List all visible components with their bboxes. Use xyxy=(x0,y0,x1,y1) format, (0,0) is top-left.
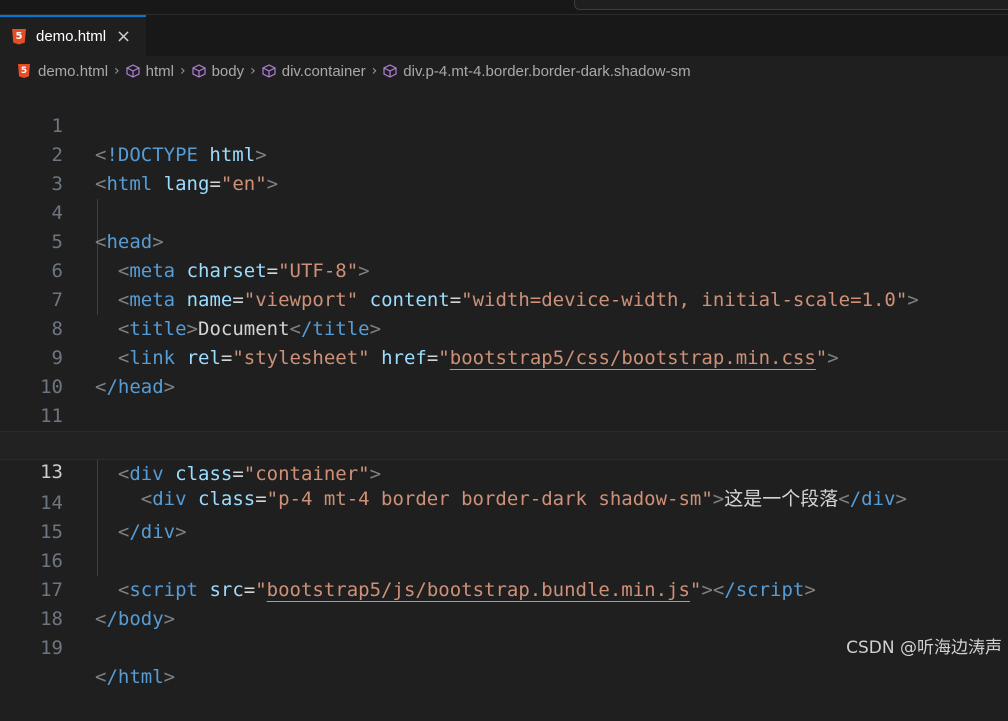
code-editor[interactable]: 1 <!DOCTYPE html> 2 <html lang="en"> 3 4… xyxy=(0,83,1008,688)
tab-demo-html[interactable]: 5 demo.html × xyxy=(0,15,146,56)
breadcrumb: 5 demo.html › html › body › div.containe… xyxy=(0,57,1008,85)
chevron-right-icon: › xyxy=(371,63,378,79)
code-line[interactable]: 3 xyxy=(0,141,1008,195)
code-line[interactable]: 19 </html> xyxy=(0,605,1008,688)
breadcrumb-item-div-container[interactable]: div.container xyxy=(260,63,366,80)
breadcrumb-item-div-p4[interactable]: div.p-4.mt-4.border.border-dark.shadow-s… xyxy=(381,63,691,80)
code-line[interactable]: 12 <div class="container"> xyxy=(0,402,1008,485)
html5-icon: 5 xyxy=(18,64,30,78)
symbol-cube-icon xyxy=(262,64,276,78)
tab-label: demo.html xyxy=(36,28,107,45)
code-line[interactable]: 10 xyxy=(0,344,1008,398)
code-line[interactable]: 5 <meta charset="UTF-8"> xyxy=(0,199,1008,282)
code-line[interactable]: 9 </head> xyxy=(0,315,1008,398)
symbol-cube-icon xyxy=(191,64,206,78)
chevron-right-icon: › xyxy=(250,63,256,79)
watermark: CSDN @听海边涛声 xyxy=(846,638,1002,658)
code-line[interactable]: 11 <body> xyxy=(0,373,1008,456)
title-bar xyxy=(0,0,1008,15)
close-icon[interactable]: × xyxy=(116,26,131,47)
code-line[interactable]: 8 <link rel="stylesheet" href="bootstrap… xyxy=(0,286,1008,369)
breadcrumb-item-html[interactable]: html xyxy=(124,63,174,80)
code-line[interactable]: 4 <head> xyxy=(0,170,1008,253)
command-center-search[interactable] xyxy=(574,0,1008,10)
code-line[interactable]: 7 <title>Document</title> xyxy=(0,257,1008,340)
breadcrumb-item-body[interactable]: body xyxy=(190,63,244,80)
code-line[interactable]: 1 <!DOCTYPE html> xyxy=(0,83,1008,166)
chevron-right-icon: › xyxy=(114,63,120,79)
code-line[interactable]: 14 </div> xyxy=(0,460,1008,543)
code-line[interactable]: 2 <html lang="en"> xyxy=(0,112,1008,195)
symbol-cube-icon xyxy=(126,64,140,78)
code-line[interactable]: 17 </body> xyxy=(0,547,1008,630)
code-line-current[interactable]: 13 <div class="p-4 mt-4 border border-da… xyxy=(0,431,1008,510)
code-line[interactable]: 18 xyxy=(0,576,1008,630)
code-line[interactable]: 6 <meta name="viewport" content="width=d… xyxy=(0,228,1008,311)
symbol-cube-icon xyxy=(383,64,397,78)
line-number: 19 xyxy=(40,637,63,659)
breadcrumb-item-file[interactable]: demo.html xyxy=(30,63,108,80)
html5-icon: 5 xyxy=(12,28,26,45)
chevron-right-icon: › xyxy=(179,63,186,79)
tab-bar: 5 demo.html × xyxy=(0,15,1008,56)
code-line[interactable]: 15 xyxy=(0,489,1008,543)
code-line[interactable]: 16 <script src="bootstrap5/js/bootstrap.… xyxy=(0,518,1008,601)
